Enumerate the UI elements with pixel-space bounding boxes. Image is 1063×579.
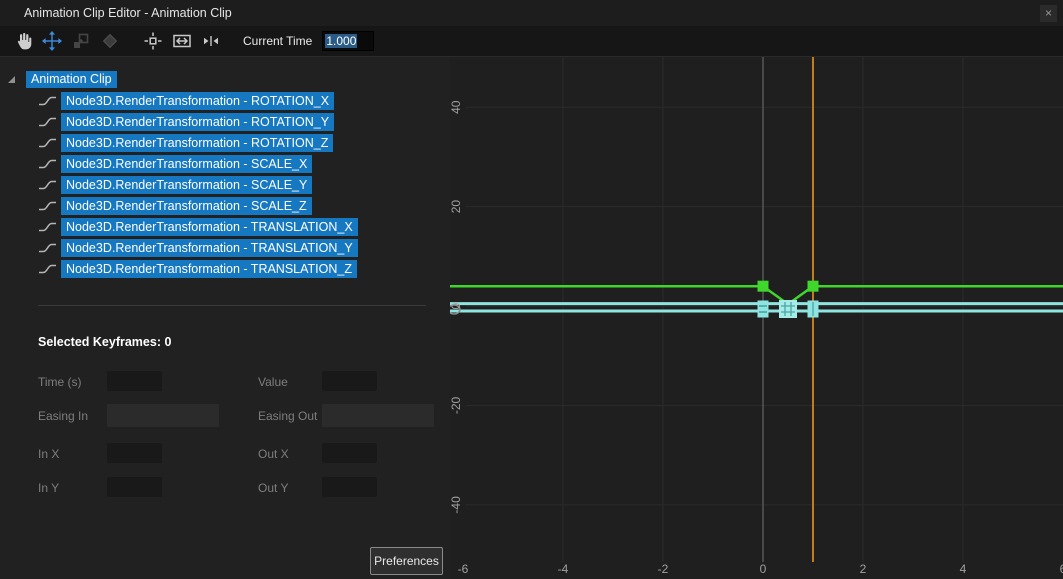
y-tick-label: 40 <box>450 100 463 114</box>
tree-item-label: Node3D.RenderTransformation - ROTATION_Y <box>61 113 334 131</box>
keyframe-diamond-icon <box>100 31 120 51</box>
rotation-curves[interactable] <box>450 286 1063 304</box>
preferences-button[interactable]: Preferences <box>370 547 443 575</box>
animation-curve-icon <box>38 261 58 277</box>
animation-curve-icon <box>38 156 58 172</box>
selected-keyframes-label: Selected Keyframes: <box>38 335 164 349</box>
panel-separator <box>38 305 426 306</box>
out-x-input[interactable] <box>322 443 377 463</box>
x-tick-label: -2 <box>658 562 669 576</box>
center-view-tool-button[interactable] <box>140 29 166 53</box>
tree-item-translation_x[interactable]: Node3D.RenderTransformation - TRANSLATIO… <box>38 218 358 236</box>
out-x-label: Out X <box>258 447 289 461</box>
tree-item-label: Node3D.RenderTransformation - ROTATION_X <box>61 92 334 110</box>
in-x-label: In X <box>38 447 59 461</box>
scale-tool-button[interactable] <box>68 29 94 53</box>
tree-expander-icon[interactable] <box>8 76 15 83</box>
tree-item-label: Node3D.RenderTransformation - ROTATION_Z <box>61 134 333 152</box>
hand-icon <box>13 31 33 51</box>
animation-clip-editor-window: Animation Clip Editor - Animation Clip × <box>0 0 1063 579</box>
current-time-value: 1.000 <box>325 34 357 48</box>
selected-keyframes-text: Selected Keyframes: 0 <box>38 335 171 349</box>
out-y-label: Out Y <box>258 481 288 495</box>
pan-tool-button[interactable] <box>10 29 36 53</box>
tree-item-translation_y[interactable]: Node3D.RenderTransformation - TRANSLATIO… <box>38 239 358 257</box>
crosshair-target-icon <box>143 31 163 51</box>
expand-horizontal-tool-button[interactable] <box>198 29 224 53</box>
tree-item-label: Node3D.RenderTransformation - TRANSLATIO… <box>61 218 358 236</box>
easing-out-label: Easing Out <box>258 409 317 423</box>
expand-horizontal-icon <box>201 31 221 51</box>
y-tick-label: -20 <box>450 397 463 415</box>
animation-curve-icon <box>38 114 58 130</box>
x-tick-label: 4 <box>960 562 967 576</box>
tree-item-rotation_x[interactable]: Node3D.RenderTransformation - ROTATION_X <box>38 92 334 110</box>
tree-item-translation_z[interactable]: Node3D.RenderTransformation - TRANSLATIO… <box>38 260 357 278</box>
tree-root-animation-clip[interactable]: Animation Clip <box>26 71 117 88</box>
easing-out-dropdown[interactable] <box>322 404 434 427</box>
animation-curve-icon <box>38 177 58 193</box>
x-tick-label: -6 <box>458 562 469 576</box>
time-field-label: Time (s) <box>38 375 82 389</box>
out-y-input[interactable] <box>322 477 377 497</box>
fit-width-tool-button[interactable] <box>169 29 195 53</box>
y-tick-label: 0 <box>450 302 463 309</box>
animation-curve-icon <box>38 240 58 256</box>
x-tick-label: 2 <box>860 562 867 576</box>
tree-item-scale_z[interactable]: Node3D.RenderTransformation - SCALE_Z <box>38 197 312 215</box>
move-tool-button[interactable] <box>39 29 65 53</box>
y-tick-label: -40 <box>450 496 463 514</box>
keyframe-cluster-marker[interactable] <box>758 301 769 318</box>
tree-item-label: Node3D.RenderTransformation - SCALE_X <box>61 155 312 173</box>
in-y-label: In Y <box>38 481 59 495</box>
x-tick-label: 6 <box>1060 562 1063 576</box>
animation-curve-icon <box>38 135 58 151</box>
animation-curve-icon <box>38 198 58 214</box>
selected-keyframe-marker[interactable] <box>779 300 797 318</box>
x-tick-label: -4 <box>558 562 569 576</box>
close-icon: × <box>1045 6 1052 20</box>
in-x-input[interactable] <box>107 443 162 463</box>
animation-curve-icon <box>38 219 58 235</box>
window-title: Animation Clip Editor - Animation Clip <box>24 0 232 26</box>
rotation-keyframe-marker[interactable] <box>758 281 769 292</box>
move-arrows-icon <box>42 31 62 51</box>
curve-editor-canvas[interactable]: -6-4-2024640200-20-40 <box>450 57 1063 579</box>
fit-width-icon <box>172 31 192 51</box>
tree-item-scale_x[interactable]: Node3D.RenderTransformation - SCALE_X <box>38 155 312 173</box>
current-time-input[interactable]: 1.000 <box>322 31 374 51</box>
tree-item-label: Node3D.RenderTransformation - SCALE_Z <box>61 197 312 215</box>
tree-item-label: Node3D.RenderTransformation - SCALE_Y <box>61 176 312 194</box>
toolbar: Current Time 1.000 <box>0 26 1063 57</box>
tree-item-rotation_y[interactable]: Node3D.RenderTransformation - ROTATION_Y <box>38 113 334 131</box>
rotation-keyframe-marker[interactable] <box>808 281 819 292</box>
close-button[interactable]: × <box>1040 5 1057 22</box>
add-keyframe-tool-button[interactable] <box>97 29 123 53</box>
tree-item-rotation_z[interactable]: Node3D.RenderTransformation - ROTATION_Z <box>38 134 333 152</box>
easing-in-dropdown[interactable] <box>107 404 219 427</box>
current-time-label: Current Time <box>243 34 312 48</box>
value-field-label: Value <box>258 375 288 389</box>
value-field-input[interactable] <box>322 371 377 391</box>
in-y-input[interactable] <box>107 477 162 497</box>
scale-icon <box>71 31 91 51</box>
y-tick-label: 20 <box>450 200 463 214</box>
tree-item-scale_y[interactable]: Node3D.RenderTransformation - SCALE_Y <box>38 176 312 194</box>
title-bar: Animation Clip Editor - Animation Clip × <box>0 0 1063 26</box>
tree-item-label: Node3D.RenderTransformation - TRANSLATIO… <box>61 239 358 257</box>
x-tick-label: 0 <box>760 562 767 576</box>
tree-item-label: Node3D.RenderTransformation - TRANSLATIO… <box>61 260 357 278</box>
easing-in-label: Easing In <box>38 409 88 423</box>
animation-tree-panel: Animation Clip Node3D.RenderTransformati… <box>0 57 450 579</box>
animation-curve-icon <box>38 93 58 109</box>
curve-editor-svg[interactable]: -6-4-2024640200-20-40 <box>450 57 1063 579</box>
time-field-input[interactable] <box>107 371 162 391</box>
selected-keyframes-count: 0 <box>164 335 171 349</box>
